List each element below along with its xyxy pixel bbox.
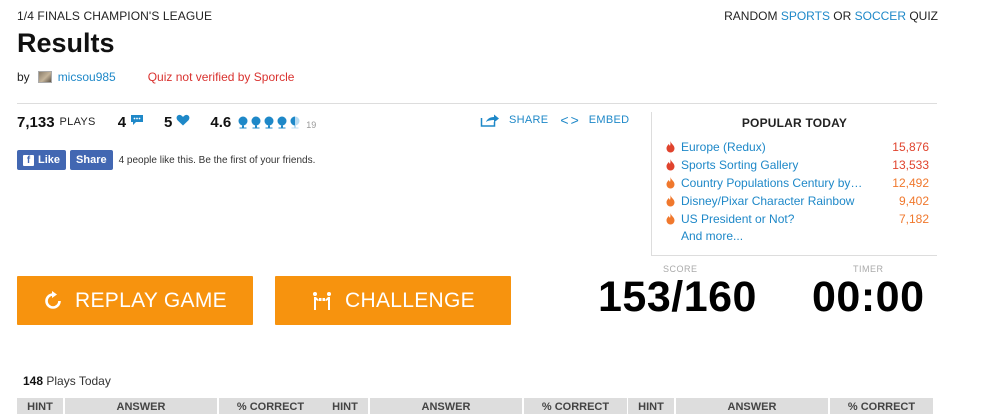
percent-correct-header: % CORRECT xyxy=(236,401,305,413)
rating-value: 4.6 xyxy=(210,113,232,131)
flame-icon xyxy=(666,195,675,207)
replay-icon xyxy=(43,290,75,311)
flame-icon xyxy=(666,141,675,153)
author-link[interactable]: micsou985 xyxy=(58,70,116,84)
plays-today: 148 Plays Today xyxy=(23,374,111,388)
percent-correct-header: % CORRECT xyxy=(847,401,916,413)
random-soccer-link[interactable]: SOCCER xyxy=(855,9,906,23)
popular-item-count: 13,533 xyxy=(892,158,929,172)
flame-icon xyxy=(666,159,675,171)
rating-person-icon xyxy=(250,116,262,129)
random-or: OR xyxy=(833,9,852,23)
flame-icon xyxy=(666,177,675,189)
popular-item-count: 15,876 xyxy=(892,140,929,154)
popular-item[interactable]: Sports Sorting Gallery 13,533 xyxy=(652,156,937,174)
rating-person-half-icon xyxy=(289,116,301,129)
likes-count: 5 xyxy=(164,113,173,131)
plays-today-count: 148 xyxy=(23,374,44,388)
random-prefix: RANDOM xyxy=(724,9,778,23)
popular-today-panel: POPULAR TODAY Europe (Redux) 15,876 Sports… xyxy=(651,112,937,256)
answer-table-header: HINT ANSWER % CORRECT xyxy=(628,398,933,414)
share-icon xyxy=(480,113,500,127)
quiz-stats: 7,133 PLAYS 4 5 4.6 19 xyxy=(17,113,316,131)
rating-icons[interactable] xyxy=(237,116,302,129)
answer-header: ANSWER xyxy=(676,398,830,414)
random-suffix: QUIZ xyxy=(909,9,938,23)
popular-item-name: Country Populations Century by… xyxy=(681,176,863,190)
facebook-share-button[interactable]: Share xyxy=(70,150,113,170)
by-label: by xyxy=(17,70,30,84)
popular-item-name: Sports Sorting Gallery xyxy=(681,158,799,172)
percent-correct-header: % CORRECT xyxy=(541,401,610,413)
challenge-label: CHALLENGE xyxy=(345,288,475,312)
answer-header: ANSWER xyxy=(65,398,219,414)
hint-header: HINT xyxy=(17,398,65,414)
facebook-widget: f Like Share 4 people like this. Be the … xyxy=(17,150,315,170)
hint-header: HINT xyxy=(322,398,370,414)
facebook-like-button[interactable]: f Like xyxy=(17,150,67,170)
boxing-icon xyxy=(311,291,345,311)
hint-header: HINT xyxy=(628,398,676,414)
popular-item[interactable]: US President or Not? 7,182 xyxy=(652,210,937,228)
random-sports-link[interactable]: SPORTS xyxy=(781,9,830,23)
comment-icon[interactable] xyxy=(130,113,144,131)
heart-icon[interactable] xyxy=(176,113,190,131)
rating-person-icon xyxy=(276,116,288,129)
popular-title: POPULAR TODAY xyxy=(741,116,848,130)
page-title: Results xyxy=(17,28,115,58)
challenge-button[interactable]: CHALLENGE xyxy=(275,276,511,325)
share-embed-row: SHARE <> EMBED xyxy=(480,112,641,128)
embed-button[interactable]: <> EMBED xyxy=(560,112,629,128)
replay-game-button[interactable]: REPLAY GAME xyxy=(17,276,253,325)
comments-count: 4 xyxy=(117,113,127,131)
rating-count: 19 xyxy=(306,120,317,130)
popular-item-name: Disney/Pixar Character Rainbow xyxy=(681,194,855,208)
plays-today-label: Plays Today xyxy=(46,374,111,388)
rating-person-icon xyxy=(263,116,275,129)
answer-table-header: HINT ANSWER % CORRECT xyxy=(322,398,627,414)
verification-status: Quiz not verified by Sporcle xyxy=(147,70,295,84)
popular-item[interactable]: Country Populations Century by… 12,492 xyxy=(652,174,937,192)
facebook-icon: f xyxy=(23,154,34,166)
share-label: SHARE xyxy=(509,114,549,126)
popular-item[interactable]: Disney/Pixar Character Rainbow 9,402 xyxy=(652,192,937,210)
popular-item-count: 12,492 xyxy=(892,176,929,190)
popular-item-count: 9,402 xyxy=(898,194,929,208)
rating-person-icon xyxy=(237,116,249,129)
embed-icon: <> xyxy=(560,112,581,128)
share-button[interactable]: SHARE xyxy=(480,113,548,127)
avatar[interactable] xyxy=(37,71,52,83)
embed-label: EMBED xyxy=(588,114,630,126)
byline: by micsou985 Quiz not verified by Sporcl… xyxy=(17,70,294,84)
divider xyxy=(17,103,937,104)
score-value: 153/160 xyxy=(598,273,757,321)
popular-more-link[interactable]: And more... xyxy=(652,229,937,243)
answer-header: ANSWER xyxy=(370,398,524,414)
popular-list: Europe (Redux) 15,876 Sports Sorting Galle… xyxy=(652,138,937,228)
facebook-social-text: 4 people like this. Be the first of your… xyxy=(118,154,316,166)
popular-item-name: US President or Not? xyxy=(681,212,795,226)
plays-label: PLAYS xyxy=(59,116,96,128)
facebook-like-label: Like xyxy=(38,154,61,166)
flame-icon xyxy=(666,213,675,225)
popular-item-count: 7,182 xyxy=(898,212,929,226)
timer-value: 00:00 xyxy=(812,273,925,321)
replay-label: REPLAY GAME xyxy=(75,288,227,312)
popular-item-name: Europe (Redux) xyxy=(681,140,766,154)
popular-item[interactable]: Europe (Redux) 15,876 xyxy=(652,138,937,156)
random-quiz-links: RANDOM SPORTS OR SOCCER QUIZ xyxy=(724,9,938,23)
breadcrumb[interactable]: 1/4 FINALS CHAMPION'S LEAGUE xyxy=(17,9,212,23)
answer-table-header: HINT ANSWER % CORRECT xyxy=(17,398,322,414)
plays-count: 7,133 xyxy=(17,113,55,131)
